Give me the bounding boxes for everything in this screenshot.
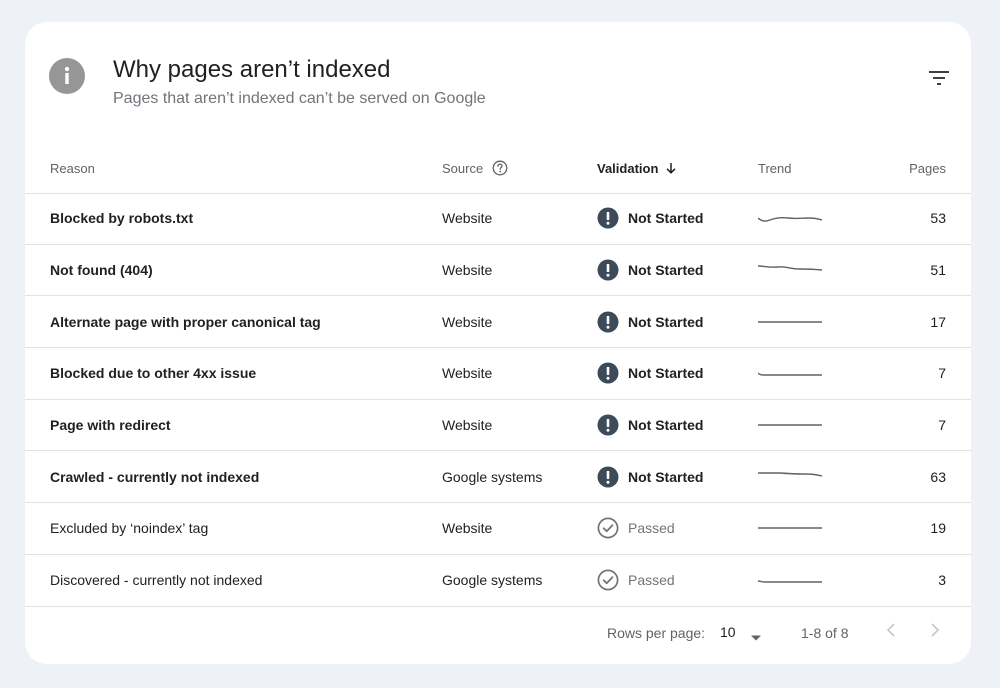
trend-sparkline: [758, 265, 823, 271]
row-reason: Blocked due to other 4xx issue: [50, 365, 257, 382]
row-validation-label: Not Started: [628, 262, 704, 279]
pagination-range: 1-8 of 8: [801, 625, 849, 641]
row-trend: [758, 193, 824, 244]
row-source: Website: [442, 417, 493, 434]
row-trend: [758, 245, 824, 296]
row-pages: 63: [930, 468, 946, 485]
row-pages: 7: [938, 417, 946, 434]
row-pages: 17: [930, 313, 946, 330]
exclamation-icon: [597, 362, 619, 384]
column-header-reason: Reason: [50, 160, 95, 176]
card-subtitle: Pages that aren’t indexed can’t be serve…: [113, 90, 486, 107]
row-reason: Discovered - currently not indexed: [50, 572, 263, 589]
row-validation-label: Passed: [628, 572, 675, 589]
card-title: Why pages aren’t indexed: [113, 56, 391, 83]
table-header: Reason Source Validation Trend Pages: [25, 144, 971, 194]
row-source: Google systems: [442, 572, 543, 589]
table-row[interactable]: Not found (404) Website Not Started 51: [25, 245, 971, 297]
help-icon[interactable]: [492, 160, 508, 176]
trend-sparkline: [758, 372, 822, 377]
row-trend: [758, 555, 824, 606]
row-reason: Not found (404): [50, 262, 153, 279]
row-reason: Excluded by ‘noindex’ tag: [50, 520, 209, 537]
table-row[interactable]: Discovered - currently not indexed Google…: [25, 555, 971, 607]
row-pages: 7: [938, 365, 946, 382]
row-reason: Page with redirect: [50, 417, 171, 434]
row-source: Website: [442, 262, 493, 279]
column-header-validation-label: Validation: [597, 160, 659, 176]
table-row[interactable]: Alternate page with proper canonical tag…: [25, 296, 971, 349]
row-validation: Passed: [597, 503, 675, 554]
row-validation-label: Not Started: [628, 210, 704, 227]
row-reason: Blocked by robots.txt: [50, 210, 194, 227]
not-indexed-card: Why pages aren’t indexed Pages that aren…: [25, 22, 971, 664]
table-body: Blocked by robots.txt Website Not Started 5…: [25, 193, 971, 607]
row-validation: Passed: [597, 555, 675, 606]
row-trend: [758, 503, 824, 554]
chevron-left-icon[interactable]: [884, 621, 898, 642]
row-source: Website: [442, 365, 493, 382]
row-source: Website: [442, 520, 493, 537]
trend-sparkline: [758, 472, 823, 477]
row-pages: 53: [930, 210, 946, 227]
trend-sparkline: [758, 321, 822, 323]
exclamation-icon: [597, 466, 619, 488]
trend-sparkline: [758, 527, 822, 530]
row-validation-label: Not Started: [628, 417, 704, 434]
row-pages: 51: [930, 262, 946, 279]
column-header-trend: Trend: [758, 160, 792, 176]
column-header-validation[interactable]: Validation: [597, 144, 678, 192]
exclamation-icon: [597, 259, 619, 281]
trend-sparkline: [758, 424, 822, 426]
table-row[interactable]: Blocked due to other 4xx issue Website Not…: [25, 348, 971, 400]
table-row[interactable]: Page with redirect Website Not Started 7: [25, 400, 971, 452]
row-validation: Not Started: [597, 400, 703, 451]
row-pages: 3: [938, 572, 946, 589]
info-icon: [49, 58, 85, 94]
row-reason: Crawled - currently not indexed: [50, 468, 260, 485]
row-validation-label: Not Started: [628, 468, 704, 485]
row-source: Google systems: [442, 468, 543, 485]
arrow-down-icon: [664, 161, 678, 175]
column-header-source-label: Source: [442, 160, 484, 176]
row-validation: Not Started: [597, 451, 703, 502]
trend-sparkline: [758, 580, 822, 583]
row-validation-label: Passed: [628, 520, 675, 537]
exclamation-icon: [597, 311, 619, 333]
column-header-source: Source: [442, 144, 508, 192]
filter-icon[interactable]: [927, 66, 951, 90]
row-reason: Alternate page with proper canonical tag: [50, 313, 321, 330]
row-validation-label: Not Started: [628, 313, 704, 330]
column-header-pages: Pages: [909, 160, 946, 176]
exclamation-icon: [597, 414, 619, 436]
row-trend: [758, 348, 824, 399]
row-validation: Not Started: [597, 245, 703, 296]
row-validation-label: Not Started: [628, 365, 704, 382]
pagination-footer: Rows per page: 10 1-8 of 8: [25, 604, 971, 664]
check-circle-icon: [597, 569, 619, 591]
row-source: Website: [442, 210, 493, 227]
table-row[interactable]: Excluded by ‘noindex’ tag Website Passed 19: [25, 503, 971, 555]
table-row[interactable]: Crawled - currently not indexed Google sy…: [25, 451, 971, 504]
exclamation-icon: [597, 207, 619, 229]
rows-per-page-select[interactable]: 10: [720, 624, 736, 640]
table-row[interactable]: Blocked by robots.txt Website Not Started 5…: [25, 193, 971, 245]
row-validation: Not Started: [597, 296, 703, 347]
row-validation: Not Started: [597, 193, 703, 244]
check-circle-icon: [597, 517, 619, 539]
chevron-right-icon[interactable]: [928, 621, 942, 642]
row-validation: Not Started: [597, 348, 703, 399]
trend-sparkline: [758, 217, 823, 223]
row-source: Website: [442, 313, 493, 330]
row-trend: [758, 451, 824, 502]
row-pages: 19: [930, 520, 946, 537]
dropdown-arrow-icon[interactable]: [750, 629, 762, 645]
rows-per-page-label: Rows per page:: [607, 625, 706, 641]
row-trend: [758, 400, 824, 451]
row-trend: [758, 296, 824, 347]
